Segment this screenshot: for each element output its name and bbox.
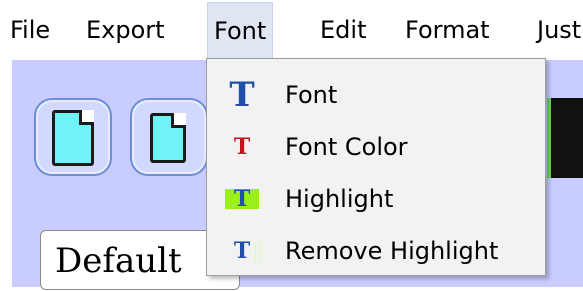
menu-format[interactable]: Format	[405, 0, 490, 60]
menu-item-remove-highlight[interactable]: T Remove Highlight	[207, 225, 545, 277]
menu-export[interactable]: Export	[86, 0, 165, 60]
window-border	[0, 60, 12, 287]
document-icon	[150, 113, 186, 163]
menu-justify[interactable]: Just	[537, 0, 581, 60]
font-color-icon: T	[233, 134, 251, 160]
menu-item-label: Remove Highlight	[285, 237, 499, 265]
menu-item-font[interactable]: T Font	[207, 69, 545, 121]
font-icon: T	[229, 75, 255, 115]
open-document-button[interactable]	[130, 98, 208, 176]
highlight-icon: T	[225, 188, 259, 210]
menu-item-label: Highlight	[285, 185, 394, 213]
menu-font[interactable]: Font	[207, 2, 274, 60]
new-document-button[interactable]	[34, 98, 112, 176]
menu-item-label: Font Color	[285, 133, 408, 161]
menu-edit[interactable]: Edit	[320, 0, 366, 60]
remove-highlight-icon: T	[225, 235, 261, 267]
font-dropdown-menu: T Font T Font Color T Highlight T Remove…	[206, 58, 546, 276]
document-icon	[52, 110, 94, 166]
menu-bar: File Export Font Edit Format Just	[0, 0, 583, 61]
menu-item-font-color[interactable]: T Font Color	[207, 121, 545, 173]
menu-item-label: Font	[285, 81, 338, 109]
toolbar-button-partial[interactable]	[547, 98, 583, 178]
menu-file[interactable]: File	[10, 0, 50, 60]
menu-item-highlight[interactable]: T Highlight	[207, 173, 545, 225]
